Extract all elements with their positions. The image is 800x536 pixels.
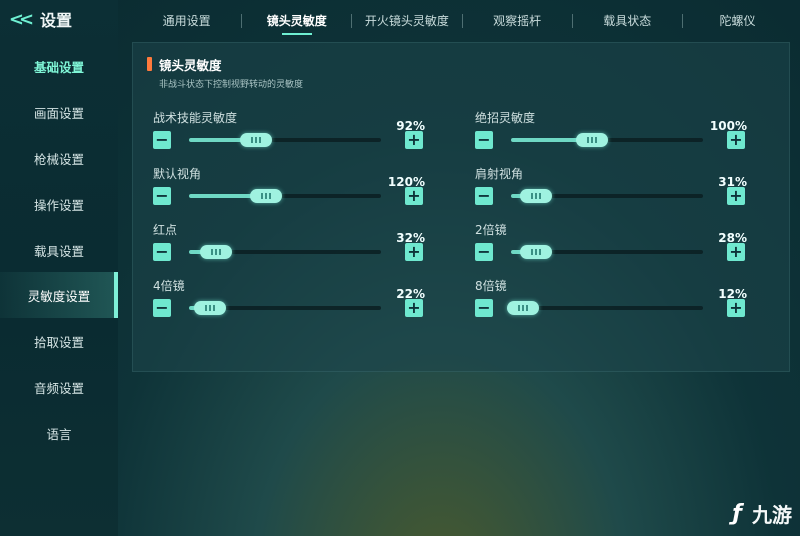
increase-button[interactable]: + xyxy=(405,243,423,261)
slider-track[interactable] xyxy=(506,301,703,315)
watermark: ƒ 九游 xyxy=(724,499,792,528)
increase-button[interactable]: + xyxy=(727,243,745,261)
slider-row: 4倍镜 22% − + xyxy=(153,277,453,321)
sidebar-item-controls[interactable]: 操作设置 xyxy=(0,181,118,227)
slider-row: 2倍镜 28% − + xyxy=(475,221,775,265)
slider-thumb[interactable] xyxy=(199,245,232,259)
tab-camera-sensitivity[interactable]: 镜头灵敏度 xyxy=(242,8,351,35)
tab-bar: 通用设置 镜头灵敏度 开火镜头灵敏度 观察摇杆 载具状态 陀螺仪 xyxy=(132,8,792,35)
sidebar-item-weapons[interactable]: 枪械设置 xyxy=(0,135,118,181)
tab-gyroscope[interactable]: 陀螺仪 xyxy=(683,8,792,34)
increase-button[interactable]: + xyxy=(405,299,423,317)
decrease-button[interactable]: − xyxy=(153,131,171,149)
section-marker xyxy=(147,57,152,71)
slider-track[interactable] xyxy=(511,133,703,147)
decrease-button[interactable]: − xyxy=(475,187,493,205)
9game-logo-icon: ƒ xyxy=(732,501,742,526)
slider-track[interactable] xyxy=(189,245,381,259)
decrease-button[interactable]: − xyxy=(475,243,493,261)
section-header: 镜头灵敏度 非战斗状态下控制视野转动的灵敏度 xyxy=(147,55,303,90)
increase-button[interactable]: + xyxy=(727,187,745,205)
tab-fire-camera-sensitivity[interactable]: 开火镜头灵敏度 xyxy=(352,8,461,34)
section-description: 非战斗状态下控制视野转动的灵敏度 xyxy=(159,80,304,90)
slider-row: 战术技能灵敏度 92% − + xyxy=(153,109,453,153)
decrease-button[interactable]: − xyxy=(475,131,493,149)
slider-label: 绝招灵敏度 xyxy=(475,111,536,125)
sidebar-item-graphics[interactable]: 画面设置 xyxy=(0,89,118,135)
sidebar-item-sensitivity[interactable]: 灵敏度设置 xyxy=(0,272,118,318)
tab-vehicle-state[interactable]: 载具状态 xyxy=(573,8,682,34)
increase-button[interactable]: + xyxy=(405,187,423,205)
tab-general[interactable]: 通用设置 xyxy=(132,8,241,34)
increase-button[interactable]: + xyxy=(727,131,745,149)
increase-button[interactable]: + xyxy=(405,131,423,149)
section-title: 镜头灵敏度 xyxy=(159,58,222,73)
slider-row: 肩射视角 31% − + xyxy=(475,165,775,209)
slider-track[interactable] xyxy=(189,133,381,147)
tab-look-joystick[interactable]: 观察摇杆 xyxy=(463,8,572,34)
watermark-text: 九游 xyxy=(752,503,792,527)
slider-row: 8倍镜 12% − + xyxy=(475,277,775,321)
slider-label: 战术技能灵敏度 xyxy=(153,111,238,125)
settings-panel: 镜头灵敏度 非战斗状态下控制视野转动的灵敏度 战术技能灵敏度 92% − + 绝… xyxy=(132,42,790,372)
sidebar: << 设置 基础设置 画面设置 枪械设置 操作设置 载具设置 灵敏度设置 拾取设… xyxy=(0,0,118,536)
sidebar-header: << 设置 xyxy=(8,6,118,32)
slider-thumb[interactable] xyxy=(194,301,227,315)
slider-thumb[interactable] xyxy=(249,189,282,203)
slider-track[interactable] xyxy=(189,301,381,315)
double-chevron-left-icon[interactable]: << xyxy=(8,8,34,30)
increase-button[interactable]: + xyxy=(727,299,745,317)
slider-row: 默认视角 120% − + xyxy=(153,165,453,209)
slider-row: 绝招灵敏度 100% − + xyxy=(475,109,775,153)
sidebar-item-language[interactable]: 语言 xyxy=(0,410,118,456)
slider-label: 4倍镜 xyxy=(153,279,185,293)
slider-label: 2倍镜 xyxy=(475,223,507,237)
slider-thumb[interactable] xyxy=(506,301,539,315)
slider-thumb[interactable] xyxy=(519,245,552,259)
decrease-button[interactable]: − xyxy=(153,187,171,205)
slider-label: 红点 xyxy=(153,223,178,237)
slider-thumb[interactable] xyxy=(240,133,273,147)
slider-track[interactable] xyxy=(511,189,703,203)
slider-label: 8倍镜 xyxy=(475,279,507,293)
sidebar-item-audio[interactable]: 音频设置 xyxy=(0,364,118,410)
decrease-button[interactable]: − xyxy=(153,243,171,261)
slider-track[interactable] xyxy=(189,189,381,203)
decrease-button[interactable]: − xyxy=(475,299,493,317)
decrease-button[interactable]: − xyxy=(153,299,171,317)
sidebar-item-vehicle[interactable]: 载具设置 xyxy=(0,227,118,273)
sidebar-item-basic[interactable]: 基础设置 xyxy=(0,43,118,89)
page-title: 设置 xyxy=(40,11,73,30)
slider-label: 默认视角 xyxy=(153,167,202,181)
slider-row: 红点 32% − + xyxy=(153,221,453,265)
slider-label: 肩射视角 xyxy=(475,167,524,181)
sidebar-item-pickup[interactable]: 拾取设置 xyxy=(0,318,118,364)
slider-track[interactable] xyxy=(511,245,703,259)
slider-thumb[interactable] xyxy=(575,133,608,147)
slider-thumb[interactable] xyxy=(519,189,552,203)
